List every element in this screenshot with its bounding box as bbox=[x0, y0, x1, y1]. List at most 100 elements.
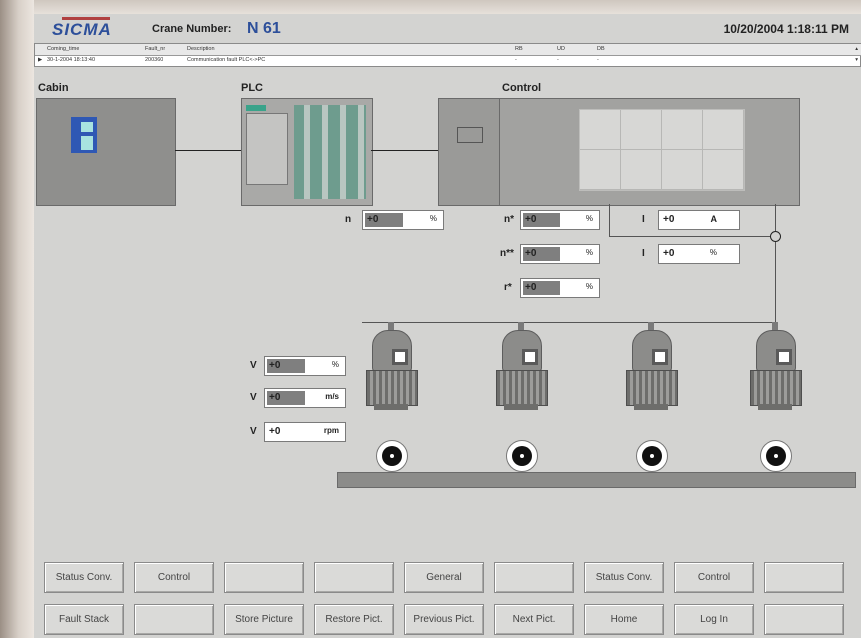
datetime-display: 10/20/2004 1:18:11 PM bbox=[723, 22, 849, 36]
crane-rail bbox=[337, 472, 856, 488]
n-2star-value: +0 bbox=[525, 248, 537, 259]
status-conv-button[interactable]: Status Conv. bbox=[584, 562, 664, 593]
v-rpm-field[interactable]: +0 rpm bbox=[264, 422, 346, 442]
motor-bus-line bbox=[362, 322, 776, 323]
i-a-value: +0 bbox=[663, 214, 675, 225]
general-button[interactable]: General bbox=[404, 562, 484, 593]
i-a-unit: A bbox=[710, 214, 718, 224]
header-bar: SICMA Crane Number: N 61 10/20/2004 1:18… bbox=[34, 14, 861, 44]
i-a-label: I bbox=[642, 214, 645, 225]
home-button[interactable]: Home bbox=[584, 604, 664, 635]
r-star-field[interactable]: +0 % bbox=[520, 278, 600, 298]
n-label: n bbox=[345, 214, 352, 225]
control-drop-line bbox=[775, 204, 776, 324]
n-2star-field[interactable]: +0 % bbox=[520, 244, 600, 264]
store-picture-button[interactable]: Store Picture bbox=[224, 604, 304, 635]
motor-3-icon[interactable] bbox=[624, 322, 678, 422]
control-button[interactable]: Control bbox=[674, 562, 754, 593]
v-pct-field[interactable]: +0 % bbox=[264, 356, 346, 376]
log-in-button[interactable]: Log In bbox=[674, 604, 754, 635]
hmi-screen: SICMA Crane Number: N 61 10/20/2004 1:18… bbox=[34, 14, 861, 638]
r-star-label: r* bbox=[504, 282, 512, 293]
v-ms-field[interactable]: +0 m/s bbox=[264, 388, 346, 408]
v-pct-value: +0 bbox=[269, 360, 281, 371]
blank-function-button[interactable] bbox=[494, 562, 574, 593]
current-bus-line bbox=[609, 236, 775, 237]
drive-display-icon bbox=[457, 127, 483, 143]
r-star-value: +0 bbox=[525, 282, 537, 293]
plc-box[interactable] bbox=[241, 98, 373, 206]
cabin-box[interactable] bbox=[36, 98, 176, 206]
i-pct-value: +0 bbox=[663, 248, 675, 259]
control-cabinet-box[interactable] bbox=[438, 98, 800, 206]
wheel-4-icon bbox=[760, 440, 792, 472]
v-rpm-value: +0 bbox=[269, 426, 281, 437]
col-header-description: Description bbox=[187, 46, 215, 52]
scroll-up-icon[interactable]: ▴ bbox=[855, 46, 858, 52]
cell-rb: - bbox=[515, 57, 517, 63]
col-header-coming-time: Coming_time bbox=[47, 46, 80, 52]
blank-function-button[interactable] bbox=[764, 604, 844, 635]
scroll-down-icon[interactable]: ▾ bbox=[855, 57, 858, 63]
v-ms-value: +0 bbox=[269, 392, 281, 403]
cabin-plc-link bbox=[175, 150, 241, 151]
n-2star-unit: % bbox=[585, 248, 593, 257]
cabin-window-icon bbox=[81, 122, 93, 132]
crane-number-label: Crane Number: bbox=[152, 23, 232, 35]
i-pct-unit: % bbox=[709, 248, 717, 257]
cabin-section-label: Cabin bbox=[38, 82, 69, 94]
i-pct-label: I bbox=[642, 248, 645, 259]
cell-db: - bbox=[597, 57, 599, 63]
parameter-grid bbox=[580, 110, 744, 190]
blank-function-button[interactable] bbox=[764, 562, 844, 593]
monitor-bezel-left bbox=[0, 0, 34, 638]
col-header-ud: UD bbox=[557, 46, 565, 52]
plc-status-led bbox=[246, 105, 266, 111]
cabin-door-icon bbox=[81, 136, 93, 150]
v-ms-label: V bbox=[250, 392, 257, 403]
blank-function-button[interactable] bbox=[134, 604, 214, 635]
table-row[interactable]: ▶ 30-1-2004 18:13:40 200360 Communicatio… bbox=[35, 55, 861, 66]
cell-coming-time: 30-1-2004 18:13:40 bbox=[47, 57, 96, 63]
col-header-fault-nr: Fault_nr bbox=[145, 46, 166, 52]
control-feedback-line bbox=[609, 204, 610, 236]
fault-stack-button[interactable]: Fault Stack bbox=[44, 604, 124, 635]
v-rpm-label: V bbox=[250, 426, 257, 437]
n-field[interactable]: +0 % bbox=[362, 210, 444, 230]
previous-pict-button[interactable]: Previous Pict. bbox=[404, 604, 484, 635]
crane-number-value: N 61 bbox=[247, 20, 281, 37]
motor-1-icon[interactable] bbox=[364, 322, 418, 422]
motor-4-icon[interactable] bbox=[748, 322, 802, 422]
n-star-value: +0 bbox=[525, 214, 537, 225]
row-pointer-icon: ▶ bbox=[38, 57, 43, 63]
next-pict-button[interactable]: Next Pict. bbox=[494, 604, 574, 635]
wheel-1-icon bbox=[376, 440, 408, 472]
restore-pict-button[interactable]: Restore Pict. bbox=[314, 604, 394, 635]
n-2star-label: n** bbox=[500, 248, 514, 259]
v-pct-unit: % bbox=[331, 360, 339, 369]
v-pct-label: V bbox=[250, 360, 257, 371]
bus-junction-icon bbox=[770, 231, 781, 242]
blank-function-button[interactable] bbox=[224, 562, 304, 593]
plc-control-link bbox=[371, 150, 438, 151]
r-star-unit: % bbox=[585, 282, 593, 291]
i-a-field[interactable]: +0 A bbox=[658, 210, 740, 230]
blank-function-button[interactable] bbox=[314, 562, 394, 593]
col-header-rb: RB bbox=[515, 46, 523, 52]
control-section-label: Control bbox=[502, 82, 542, 94]
n-unit: % bbox=[429, 214, 437, 223]
plc-cpu-module bbox=[246, 113, 288, 185]
fault-table[interactable]: Coming_time Fault_nr Description RB UD D… bbox=[34, 43, 861, 67]
i-pct-field[interactable]: +0 % bbox=[658, 244, 740, 264]
sicma-logo: SICMA bbox=[52, 20, 112, 39]
cell-ud: - bbox=[557, 57, 559, 63]
v-rpm-unit: rpm bbox=[323, 426, 339, 435]
n-star-label: n* bbox=[504, 214, 514, 225]
control-button[interactable]: Control bbox=[134, 562, 214, 593]
wheel-2-icon bbox=[506, 440, 538, 472]
n-star-field[interactable]: +0 % bbox=[520, 210, 600, 230]
motor-2-icon[interactable] bbox=[494, 322, 548, 422]
status-conv-button[interactable]: Status Conv. bbox=[44, 562, 124, 593]
control-parameter-panel bbox=[579, 109, 745, 191]
col-header-db: DB bbox=[597, 46, 605, 52]
